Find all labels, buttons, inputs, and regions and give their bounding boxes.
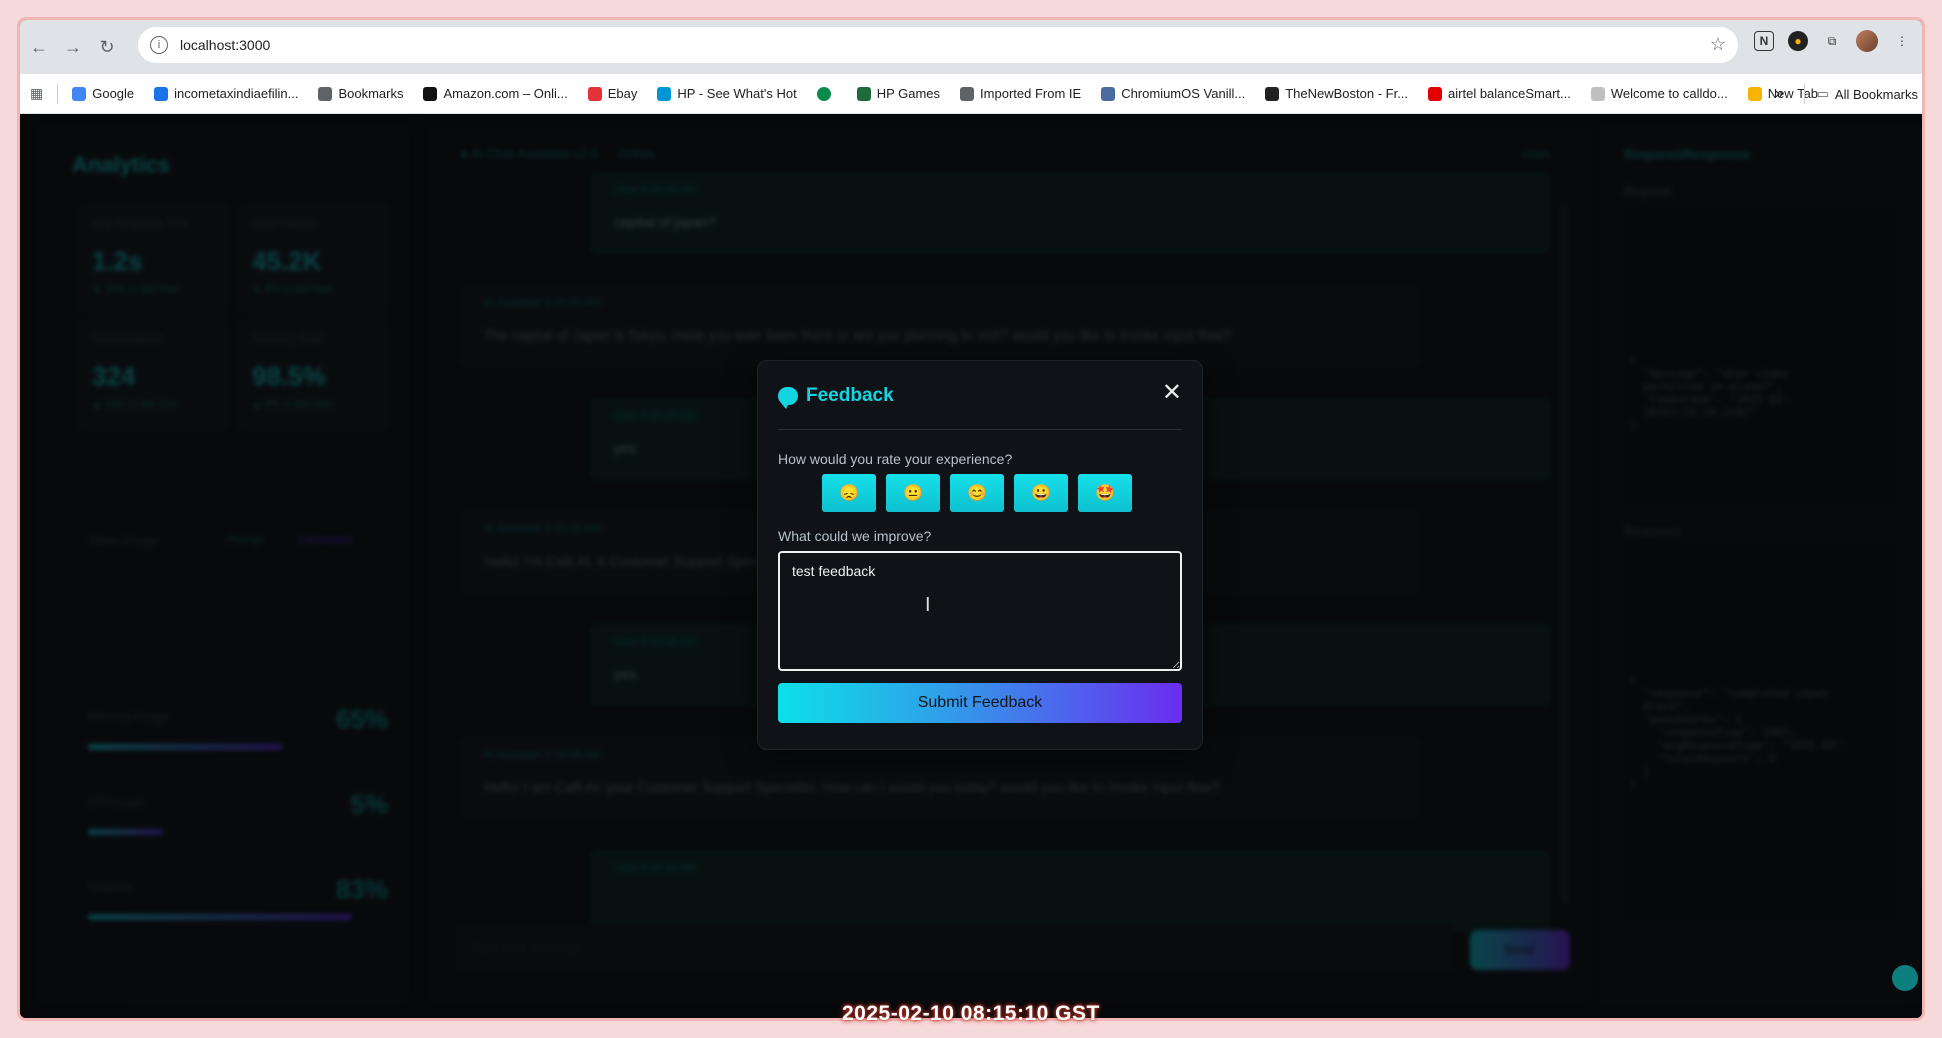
address-bar[interactable]: i localhost:3000 ☆ bbox=[138, 27, 1738, 63]
close-button[interactable]: ✕ bbox=[1162, 381, 1182, 405]
bookmark-item[interactable]: Welcome to calldo... bbox=[1590, 86, 1728, 101]
bookmark-label: ChromiumOS Vanill... bbox=[1121, 86, 1246, 101]
rating-button-5[interactable]: 🤩 bbox=[1078, 474, 1132, 512]
rating-buttons: 😞 😐 😊 😀 🤩 bbox=[822, 474, 1132, 512]
submit-feedback-button[interactable]: Submit Feedback bbox=[778, 683, 1182, 723]
bookmark-item[interactable]: ChromiumOS Vanill... bbox=[1101, 86, 1245, 101]
bookmark-item[interactable]: Bookmarks bbox=[318, 86, 403, 101]
star-icon bbox=[318, 86, 333, 101]
notion-extension-icon[interactable]: N bbox=[1754, 31, 1774, 51]
games-icon bbox=[856, 86, 871, 101]
rating-question: How would you rate your experience? bbox=[778, 451, 1013, 467]
site-info-icon[interactable]: i bbox=[150, 36, 168, 54]
bookmark-item[interactable]: Imported From IE bbox=[960, 86, 1081, 101]
bookmark-label: airtel balanceSmart... bbox=[1448, 86, 1571, 101]
bookmark-list: Google incometaxindiaefilin... Bookmarks Am… bbox=[72, 86, 1838, 101]
rating-button-2[interactable]: 😐 bbox=[886, 474, 940, 512]
browser-toolbar: ← → ↻ i localhost:3000 ☆ N ● ⧉ ⋮ bbox=[20, 20, 1922, 74]
extensions-puzzle-icon[interactable]: ⧉ bbox=[1822, 31, 1842, 51]
bookmarks-divider bbox=[1803, 84, 1805, 104]
bookmark-label: Amazon.com – Onli... bbox=[443, 86, 568, 101]
bookmark-label: TheNewBoston - Fr... bbox=[1285, 86, 1409, 101]
ebay-icon bbox=[587, 86, 602, 101]
folder-icon: ▭ bbox=[1816, 86, 1829, 101]
bookmark-item[interactable]: Ebay bbox=[587, 86, 638, 101]
rating-button-3[interactable]: 😊 bbox=[950, 474, 1004, 512]
modal-header: Feedback bbox=[778, 385, 894, 409]
bookmark-label: Bookmarks bbox=[338, 86, 404, 101]
hp-icon bbox=[657, 86, 672, 101]
newtab-icon bbox=[1747, 86, 1762, 101]
bookmark-item[interactable]: Google bbox=[72, 86, 134, 101]
extensions-area: N ● ⧉ ⋮ bbox=[1754, 30, 1912, 52]
bookmark-item[interactable] bbox=[816, 86, 837, 101]
modal-title: Feedback bbox=[806, 385, 894, 406]
modal-divider bbox=[778, 429, 1182, 430]
speech-bubble-icon bbox=[778, 387, 798, 409]
bookmarks-bar: ▦ Google incometaxindiaefilin... Bookmarks… bbox=[20, 74, 1922, 114]
bookmarks-overflow-icon[interactable]: » bbox=[1775, 85, 1784, 103]
apps-grid-icon[interactable]: ▦ bbox=[30, 85, 43, 102]
rating-button-1[interactable]: 😞 bbox=[822, 474, 876, 512]
rating-button-4[interactable]: 😀 bbox=[1014, 474, 1068, 512]
bookmark-item[interactable]: incometaxindiaefilin... bbox=[154, 86, 298, 101]
calldo-icon bbox=[1590, 86, 1605, 101]
bookmark-label: incometaxindiaefilin... bbox=[174, 86, 299, 101]
back-icon[interactable]: ← bbox=[24, 32, 54, 62]
bookmark-label: Ebay bbox=[607, 86, 638, 101]
feedback-textarea[interactable]: test feedback bbox=[778, 551, 1182, 671]
bookmark-item[interactable]: HP Games bbox=[856, 86, 941, 101]
feedback-modal: Feedback ✕ How would you rate your exper… bbox=[757, 360, 1203, 750]
bookmark-label: HP Games bbox=[876, 86, 941, 101]
improve-question: What could we improve? bbox=[778, 528, 932, 544]
google-icon bbox=[72, 86, 87, 101]
bookmark-item[interactable]: HP - See What's Hot bbox=[657, 86, 797, 101]
bookmark-item[interactable]: airtel balanceSmart... bbox=[1428, 86, 1571, 101]
bookmark-item[interactable]: Amazon.com – Onli... bbox=[423, 86, 568, 101]
folder-icon bbox=[960, 86, 975, 101]
airtel-icon bbox=[1428, 86, 1443, 101]
ie-icon bbox=[154, 86, 169, 101]
text-cursor-icon: I bbox=[925, 594, 931, 616]
bookmarks-divider bbox=[57, 83, 59, 104]
chromium-icon bbox=[1101, 86, 1116, 101]
chat-fab-icon[interactable] bbox=[1892, 965, 1918, 991]
browser-window: ← → ↻ i localhost:3000 ☆ N ● ⧉ ⋮ ▦ Googl… bbox=[20, 20, 1922, 1018]
bookmark-label: Welcome to calldo... bbox=[1610, 86, 1728, 101]
circle-icon bbox=[816, 86, 831, 101]
browser-menu-icon[interactable]: ⋮ bbox=[1892, 31, 1912, 51]
bookmark-label: Google bbox=[92, 86, 135, 101]
forward-icon[interactable]: → bbox=[58, 32, 88, 62]
overlay-timestamp: 2025-02-10 08:15:10 GST bbox=[842, 1002, 1100, 1025]
extension-circle-icon[interactable]: ● bbox=[1788, 31, 1808, 51]
bookmark-star-icon[interactable]: ☆ bbox=[1710, 34, 1726, 55]
profile-avatar[interactable] bbox=[1856, 30, 1878, 52]
url-text: localhost:3000 bbox=[180, 37, 271, 53]
all-bookmarks-link[interactable]: All Bookmarks bbox=[1835, 87, 1918, 102]
nb-icon bbox=[1265, 86, 1280, 101]
bookmark-item[interactable]: TheNewBoston - Fr... bbox=[1265, 86, 1408, 101]
amazon-icon bbox=[423, 86, 438, 101]
reload-icon[interactable]: ↻ bbox=[92, 32, 122, 62]
bookmark-label: Imported From IE bbox=[980, 86, 1082, 101]
bookmarks-right: » ▭ All Bookmarks bbox=[1775, 74, 1918, 114]
bookmark-label: HP - See What's Hot bbox=[677, 86, 797, 101]
